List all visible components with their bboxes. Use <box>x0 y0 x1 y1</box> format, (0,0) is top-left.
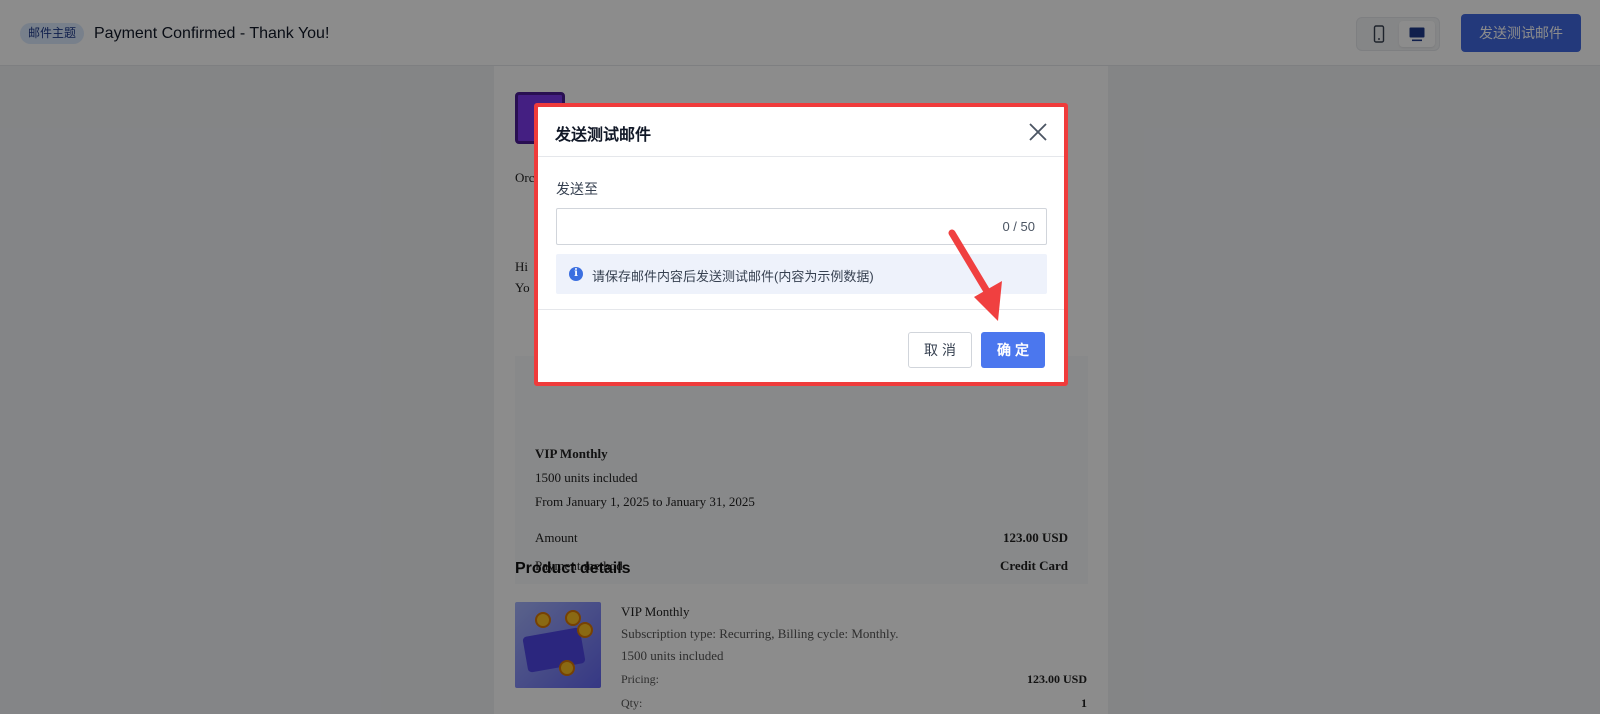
close-button[interactable] <box>1027 121 1049 143</box>
close-icon <box>1029 123 1047 141</box>
info-icon: i <box>569 267 583 281</box>
dialog-title: 发送测试邮件 <box>555 127 652 144</box>
info-text: 请保存邮件内容后发送测试邮件(内容为示例数据) <box>592 269 874 284</box>
send-to-label: 发送至 <box>556 181 598 197</box>
pointer-arrow-icon <box>948 229 1002 321</box>
confirm-button[interactable]: 确定 <box>981 332 1045 368</box>
dialog-header-divider <box>538 156 1064 157</box>
send-to-input[interactable] <box>567 209 987 244</box>
cancel-button[interactable]: 取消 <box>908 332 972 368</box>
